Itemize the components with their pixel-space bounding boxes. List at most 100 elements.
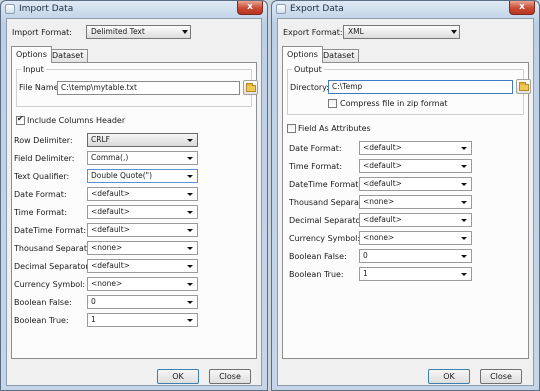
- include-header-label: Include Columns Header: [27, 116, 126, 125]
- directory-input[interactable]: C:\Temp: [328, 80, 513, 94]
- text-qualifier-value: Double Quote("): [91, 171, 153, 180]
- text-qualifier-label: Text Qualifier:: [14, 172, 70, 181]
- chevron-down-icon: [461, 219, 467, 222]
- export-format-select[interactable]: XML: [343, 25, 460, 39]
- boolean-true-select[interactable]: 1: [87, 313, 198, 327]
- thousand-separator-value: <none>: [91, 243, 123, 252]
- date-format-value: <default>: [91, 189, 130, 198]
- chevron-down-icon: [451, 30, 457, 34]
- boolean-false-label: Boolean False:: [289, 252, 347, 261]
- time-format-value: <default>: [363, 161, 402, 170]
- chevron-down-icon: [187, 247, 193, 250]
- browse-file-button[interactable]: [243, 80, 258, 95]
- chevron-down-icon: [461, 237, 467, 240]
- decimal-separator-label: Decimal Separator:: [289, 216, 367, 225]
- time-format-select[interactable]: <default>: [87, 205, 198, 219]
- decimal-separator-label: Decimal Separator:: [14, 262, 92, 271]
- window-icon: [5, 4, 15, 14]
- chevron-down-icon: [187, 265, 193, 268]
- input-group: Input File Name: C:\temp\mytable.txt: [16, 65, 258, 107]
- currency-symbol-label: Currency Symbol:: [14, 280, 86, 289]
- chevron-down-icon: [461, 165, 467, 168]
- close-button[interactable]: Close: [480, 369, 522, 384]
- thousand-separator-select[interactable]: <none>: [359, 195, 472, 209]
- chevron-down-icon: [187, 193, 193, 196]
- boolean-false-value: 0: [91, 297, 96, 306]
- tab-dataset[interactable]: Dataset: [318, 49, 360, 62]
- include-header-checkbox[interactable]: [16, 114, 25, 125]
- close-button[interactable]: Close: [209, 369, 251, 384]
- thousand-separator-select[interactable]: <none>: [87, 241, 198, 255]
- thousand-separator-value: <none>: [363, 197, 395, 206]
- decimal-separator-value: <default>: [91, 261, 130, 270]
- datetime-format-select[interactable]: <default>: [359, 177, 472, 191]
- file-name-input[interactable]: C:\temp\mytable.txt: [57, 81, 240, 95]
- file-name-label: File Name:: [19, 83, 62, 92]
- title-bar: Import Data x: [1, 1, 267, 18]
- window-icon: [276, 4, 286, 14]
- import-data-dialog: Import Data x Import Format: Delimited T…: [0, 0, 268, 391]
- output-group: Output Directory: C:\Temp Compress file …: [287, 65, 531, 115]
- decimal-separator-select[interactable]: <default>: [87, 259, 198, 273]
- ok-button[interactable]: OK: [428, 369, 470, 384]
- import-format-value: Delimited Text: [91, 27, 145, 36]
- export-format-label: Export Format:: [283, 28, 343, 37]
- thousand-separator-label: Thousand Separator:: [14, 244, 98, 253]
- dialog-body: Import Format: Delimited Text Options Da…: [6, 18, 262, 386]
- export-format-value: XML: [348, 27, 364, 36]
- field-as-attributes-checkbox[interactable]: [287, 124, 296, 133]
- options-panel: Input File Name: C:\temp\mytable.txt Inc…: [11, 62, 258, 359]
- currency-symbol-select[interactable]: <none>: [87, 277, 198, 291]
- currency-symbol-select[interactable]: <none>: [359, 231, 472, 245]
- currency-symbol-value: <none>: [363, 233, 395, 242]
- field-delimiter-select[interactable]: Comma(,): [87, 151, 198, 165]
- tab-options[interactable]: Options: [282, 46, 323, 63]
- boolean-true-value: 1: [363, 269, 368, 278]
- datetime-format-label: DateTime Format:: [14, 226, 87, 235]
- boolean-false-select[interactable]: 0: [87, 295, 198, 309]
- time-format-select[interactable]: <default>: [359, 159, 472, 173]
- tab-options[interactable]: Options: [11, 46, 52, 63]
- decimal-separator-select[interactable]: <default>: [359, 213, 472, 227]
- date-format-value: <default>: [363, 143, 402, 152]
- chevron-down-icon: [187, 139, 193, 142]
- row-delimiter-select[interactable]: CRLF: [87, 133, 198, 147]
- time-format-value: <default>: [91, 207, 130, 216]
- boolean-false-select[interactable]: 0: [359, 249, 472, 263]
- tab-dataset[interactable]: Dataset: [47, 49, 89, 62]
- date-format-label: Date Format:: [14, 190, 67, 199]
- import-format-select[interactable]: Delimited Text: [86, 25, 191, 39]
- datetime-format-value: <default>: [91, 225, 130, 234]
- text-qualifier-select[interactable]: Double Quote("): [87, 169, 198, 183]
- boolean-true-label: Boolean True:: [289, 270, 344, 279]
- chevron-down-icon: [187, 319, 193, 322]
- boolean-false-label: Boolean False:: [14, 298, 72, 307]
- dialog-title: Import Data: [19, 4, 74, 14]
- ok-button[interactable]: OK: [157, 369, 199, 384]
- chevron-down-icon: [461, 201, 467, 204]
- input-group-title: Input: [21, 65, 46, 74]
- compress-zip-label: Compress file in zip format: [340, 99, 448, 108]
- chevron-down-icon: [461, 273, 467, 276]
- directory-label: Directory:: [290, 83, 329, 92]
- currency-symbol-value: <none>: [91, 279, 123, 288]
- time-format-label: Time Format:: [289, 162, 343, 171]
- datetime-format-label: DateTime Format:: [289, 180, 362, 189]
- options-panel: Output Directory: C:\Temp Compress file …: [282, 62, 531, 359]
- boolean-true-label: Boolean True:: [14, 316, 69, 325]
- date-format-select[interactable]: <default>: [359, 141, 472, 155]
- chevron-down-icon: [187, 229, 193, 232]
- browse-directory-button[interactable]: [516, 79, 531, 94]
- window-close-button[interactable]: x: [237, 1, 263, 15]
- compress-zip-checkbox[interactable]: [328, 99, 337, 108]
- boolean-false-value: 0: [363, 251, 368, 260]
- field-delimiter-label: Field Delimiter:: [14, 154, 75, 163]
- row-delimiter-label: Row Delimiter:: [14, 136, 73, 145]
- field-delimiter-value: Comma(,): [91, 153, 129, 162]
- datetime-format-select[interactable]: <default>: [87, 223, 198, 237]
- date-format-select[interactable]: <default>: [87, 187, 198, 201]
- chevron-down-icon: [461, 183, 467, 186]
- window-close-button[interactable]: x: [509, 1, 535, 15]
- folder-icon: [246, 83, 256, 92]
- boolean-true-select[interactable]: 1: [359, 267, 472, 281]
